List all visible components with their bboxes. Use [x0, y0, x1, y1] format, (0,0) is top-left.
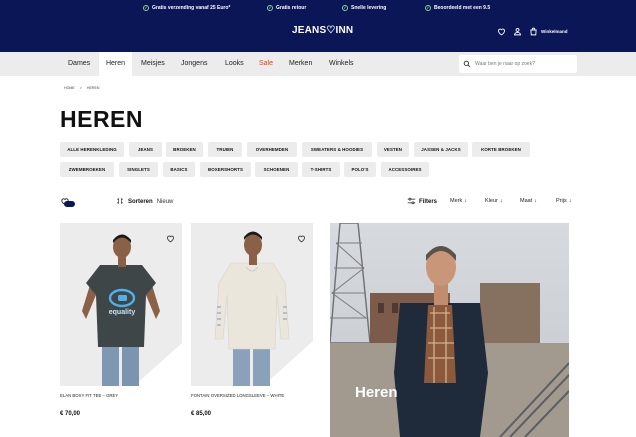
usp-text: Gratis verzending vanaf 25 Euro* [152, 5, 231, 11]
breadcrumb-current: HEREN [86, 86, 100, 90]
page-title: HEREN [60, 106, 144, 132]
filter-label: Prijs [556, 198, 567, 204]
product-price: € 85,00 [191, 411, 212, 417]
product-name[interactable]: ELAN BOXY FIT TEE – GREY [60, 393, 118, 398]
product-name[interactable]: FONTAIN OVERSIZED LONGSLEEVE – WHITE [191, 393, 284, 398]
chip-alle-herenkleding[interactable]: ALLE HERENKLEDING [60, 142, 124, 157]
shirt-print-text: equality [109, 309, 136, 316]
nav-item-looks[interactable]: Looks [225, 52, 244, 76]
sort-control[interactable]: Sorteren Nieuw [116, 197, 173, 207]
filter-label: Maat [520, 198, 533, 204]
user-icon[interactable] [512, 26, 522, 36]
usp-text: Snelle levering [351, 5, 387, 11]
product-price: € 70,00 [60, 411, 81, 417]
search-input[interactable] [475, 61, 575, 67]
promo-title[interactable]: Heren [355, 384, 398, 401]
bag-icon[interactable] [528, 26, 538, 36]
chip-overhemden[interactable]: OVERHEMDEN [247, 142, 297, 157]
chip-jeans[interactable]: JEANS [129, 142, 162, 157]
grid-view-toggle[interactable] [60, 197, 76, 207]
filter-kleur[interactable]: Kleur ↓ [485, 198, 503, 204]
chevron-down-icon: ↓ [499, 198, 503, 204]
chevron-down-icon: ↓ [568, 198, 572, 204]
chip-sweaters-hoodies[interactable]: SWEATERS & HOODIES [302, 142, 372, 157]
grid-toggle-pill [64, 201, 75, 207]
usp-item: ✓ Beoordeeld met een 9.5 [425, 5, 490, 11]
chip-truien[interactable]: TRUIEN [208, 142, 242, 157]
nav-item-winkels[interactable]: Winkels [329, 52, 354, 76]
nav-item-dames[interactable]: Dames [60, 52, 98, 76]
chip-korte-broeken[interactable]: KORTE BROEKEN [472, 142, 530, 157]
wishlist-heart-icon[interactable] [297, 230, 306, 243]
usp-item: ✓ Gratis verzending vanaf 25 Euro* [143, 5, 230, 11]
usp-item: ✓ Gratis retour [267, 5, 306, 11]
header-actions: Winkelmand [496, 26, 567, 36]
nav-item-merken[interactable]: Merken [289, 52, 312, 76]
usp-item: ✓ Snelle levering [342, 5, 386, 11]
usp-text: Beoordeeld met een 9.5 [434, 5, 491, 11]
check-icon: ✓ [425, 5, 431, 11]
breadcrumb: HOME > HEREN [64, 86, 99, 90]
filter-merk[interactable]: Merk ↓ [450, 198, 467, 204]
usp-bar: ✓ Gratis verzending vanaf 25 Euro* ✓ Gra… [0, 5, 636, 15]
chip-singlets[interactable]: SINGLETS [119, 162, 158, 177]
chip-basics[interactable]: BASICS [163, 162, 195, 177]
usp-text: Gratis retour [276, 5, 307, 11]
chevron-down-icon: ↓ [464, 198, 467, 204]
chip-schoenen[interactable]: SCHOENEN [255, 162, 298, 177]
check-icon: ✓ [342, 5, 348, 11]
filter-label: Merk [450, 198, 463, 204]
filter-maat[interactable]: Maat ↓ [520, 198, 537, 204]
search-icon[interactable] [463, 55, 471, 73]
chip-accessoires[interactable]: ACCESSOIRES [381, 162, 429, 177]
filters-label: Filters [419, 199, 438, 205]
chevron-down-icon: ↓ [534, 198, 537, 204]
site-logo[interactable]: JEANS♡INN [292, 25, 353, 36]
sort-icon [116, 197, 124, 207]
filter-prijs[interactable]: Prijs ↓ [556, 198, 571, 204]
filter-label: Kleur [485, 198, 498, 204]
product-photo [191, 223, 313, 386]
product-photo: equality [60, 223, 182, 386]
filter-icon [407, 197, 416, 207]
chip-broeken[interactable]: BROEKEN [166, 142, 203, 157]
top-header: ✓ Gratis verzending vanaf 25 Euro* ✓ Gra… [0, 0, 636, 52]
filters-button[interactable]: Filters [407, 197, 437, 207]
chip-jassen-jacks[interactable]: JASSEN & JACKS [414, 142, 468, 157]
chip-boxershorts[interactable]: BOXERSHORTS [200, 162, 251, 177]
nav-item-jongens[interactable]: Jongens [181, 52, 207, 76]
breadcrumb-separator: > [79, 86, 82, 90]
nav-item-heren[interactable]: Heren [99, 52, 132, 76]
chip-zwembroeken[interactable]: ZWEMBROEKEN [60, 162, 114, 177]
chip-polos[interactable]: POLO'S [344, 162, 376, 177]
nav-item-sale[interactable]: Sale [259, 52, 273, 76]
chip-t-shirts[interactable]: T-SHIRTS [302, 162, 340, 177]
sort-value: Nieuw [156, 199, 174, 205]
search-box[interactable] [459, 55, 577, 73]
promo-banner[interactable] [330, 223, 569, 437]
wishlist-heart-icon[interactable] [166, 230, 175, 243]
chip-vesten[interactable]: VESTEN [377, 142, 409, 157]
promo-photo [330, 223, 569, 437]
check-icon: ✓ [267, 5, 273, 11]
product-image[interactable]: equality [60, 223, 182, 386]
nav-item-meisjes[interactable]: Meisjes [141, 52, 165, 76]
cart-label[interactable]: Winkelmand [541, 29, 567, 34]
breadcrumb-home[interactable]: HOME [64, 86, 75, 90]
sort-label: Sorteren [128, 199, 153, 205]
product-image[interactable] [191, 223, 313, 386]
sort-toolbar: Sorteren Nieuw [60, 197, 173, 207]
check-icon: ✓ [143, 5, 149, 11]
heart-icon[interactable] [496, 26, 506, 36]
